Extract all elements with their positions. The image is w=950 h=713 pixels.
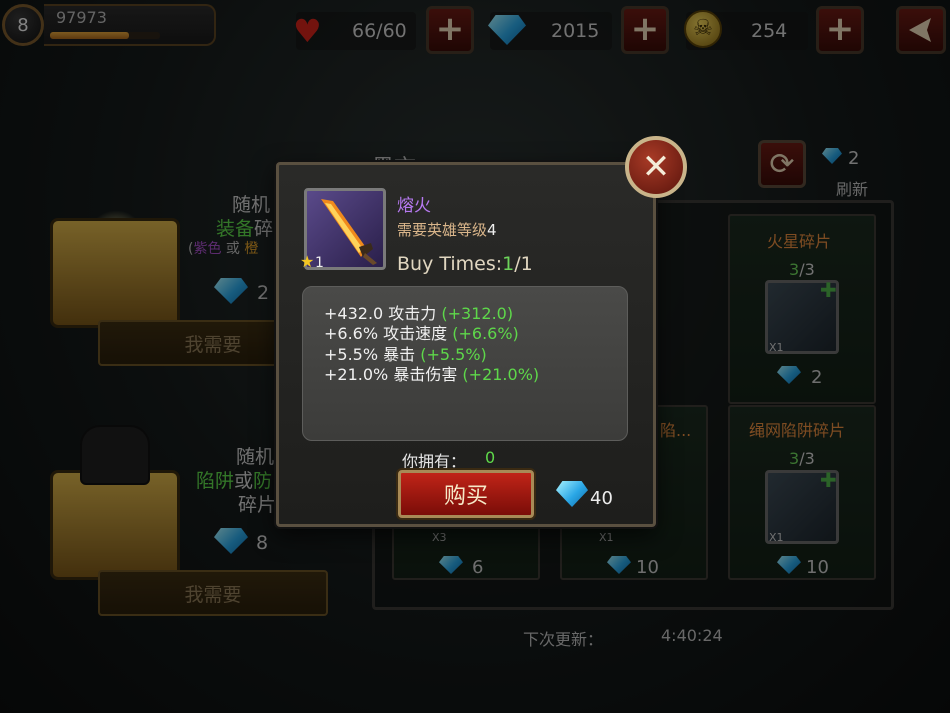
- buy-button[interactable]: 购买: [398, 470, 534, 518]
- close-button[interactable]: ✕: [625, 136, 687, 198]
- buy-price: 40: [590, 488, 613, 509]
- item-requirement: 需要英雄等级4: [397, 221, 497, 239]
- star-count: 1: [315, 255, 324, 271]
- star-icon: ★: [300, 252, 315, 271]
- buy-times: Buy Times:1/1: [397, 253, 533, 275]
- stat-line: +21.0% 暴击伤害 (+21.0%): [324, 365, 540, 384]
- close-icon: ✕: [641, 147, 671, 187]
- owned-value: 0: [485, 448, 496, 467]
- owned-label: 你拥有：: [402, 452, 467, 471]
- item-name: 熔火: [397, 196, 431, 216]
